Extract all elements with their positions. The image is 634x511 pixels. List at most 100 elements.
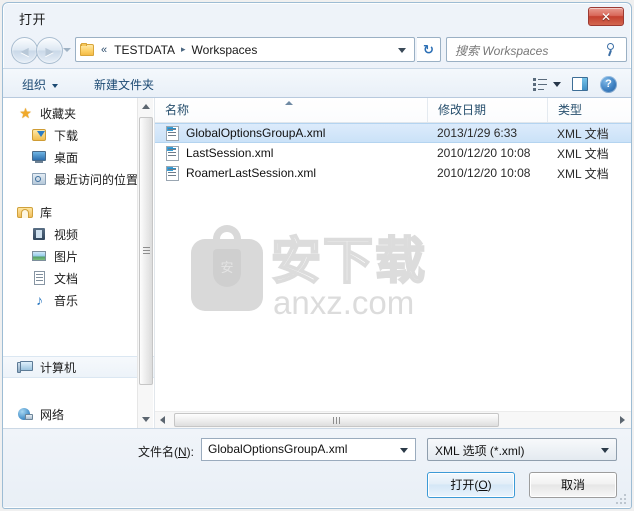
- sidebar-item-music[interactable]: ♪ 音乐: [3, 289, 154, 311]
- sidebar-label-network: 网络: [40, 407, 65, 422]
- filename-input[interactable]: GlobalOptionsGroupA.xml: [201, 438, 416, 461]
- sidebar-group-computer: 计算机: [3, 356, 154, 378]
- search-placeholder: 搜索 Workspaces: [455, 44, 549, 58]
- file-type-select[interactable]: XML 选项 (*.xml): [427, 438, 617, 461]
- toolbar-right-group: ?: [529, 72, 623, 96]
- filename-label: 文件名(N):: [138, 443, 194, 460]
- address-dropdown-icon[interactable]: [398, 48, 406, 53]
- scroll-right-icon[interactable]: [614, 412, 631, 428]
- sort-ascending-icon: [285, 101, 293, 105]
- file-name-cell: RoamerLastSession.xml: [155, 165, 427, 181]
- file-date-cell: 2013/1/29 6:33: [437, 126, 518, 140]
- sidebar-scroll-thumb[interactable]: [139, 117, 153, 385]
- scroll-grip-icon: [332, 417, 342, 424]
- video-icon: [31, 226, 48, 242]
- file-type-cell: XML 文档: [557, 166, 609, 181]
- horizontal-scroll-thumb[interactable]: [174, 413, 499, 427]
- library-icon: [17, 204, 34, 220]
- network-icon: [17, 406, 34, 422]
- file-date-cell: 2010/12/20 10:08: [437, 146, 531, 160]
- table-row[interactable]: GlobalOptionsGroupA.xml 2013/1/29 6:33 X…: [155, 123, 631, 143]
- help-icon[interactable]: ?: [595, 73, 623, 95]
- chevron-down-icon: [52, 83, 59, 88]
- cancel-button[interactable]: 取消: [529, 472, 617, 498]
- sidebar-label-downloads: 下载: [54, 128, 79, 143]
- close-icon: ✕: [600, 10, 612, 24]
- search-input[interactable]: 搜索 Workspaces: [446, 37, 627, 62]
- open-button-prefix: 打开(: [450, 478, 479, 492]
- sidebar-item-recent-places[interactable]: 最近访问的位置: [3, 168, 154, 190]
- open-file-dialog: 打开 ✕ ◄ ► « TESTDATA ▸ Workspaces ↻ 搜索 Wo…: [0, 0, 634, 511]
- xml-file-icon: [166, 165, 180, 181]
- file-type-cell: XML 文档: [557, 126, 609, 141]
- xml-file-icon: [166, 125, 180, 141]
- preview-pane-icon[interactable]: [565, 73, 595, 95]
- filename-label-suffix: ):: [186, 445, 195, 459]
- sidebar-label-pictures: 图片: [54, 249, 79, 264]
- watermark-chinese-text: 安下载: [270, 232, 427, 290]
- computer-icon: [17, 359, 34, 375]
- breadcrumb-workspaces[interactable]: Workspaces: [190, 42, 260, 58]
- sidebar-item-libraries[interactable]: 库: [3, 201, 154, 223]
- view-options-chevron-down-icon[interactable]: [551, 73, 565, 95]
- organize-label: 组织: [22, 78, 47, 92]
- dialog-body: ★ 收藏夹 下载 桌面 最近访问的位置 库 视频 图片 文档 ♪ 音乐 计算机 …: [3, 98, 631, 428]
- sidebar-label-music: 音乐: [54, 293, 79, 308]
- sidebar-item-pictures[interactable]: 图片: [3, 245, 154, 267]
- watermark-bag-handle: [213, 225, 241, 245]
- file-list-horizontal-scrollbar[interactable]: [155, 411, 631, 428]
- file-date-cell: 2010/12/20 10:08: [437, 166, 531, 180]
- sidebar-label-computer: 计算机: [40, 360, 77, 375]
- scroll-left-icon[interactable]: [155, 412, 172, 428]
- sidebar-group-network: 网络: [3, 403, 154, 425]
- sidebar-item-downloads[interactable]: 下载: [3, 124, 154, 146]
- sidebar-scrollbar[interactable]: [137, 98, 153, 428]
- close-button[interactable]: ✕: [588, 7, 624, 26]
- history-dropdown-icon[interactable]: [63, 46, 72, 55]
- table-row[interactable]: LastSession.xml 2010/12/20 10:08 XML 文档: [155, 143, 631, 163]
- watermark-url-text: anxz.com: [273, 284, 415, 321]
- filename-chevron-down-icon[interactable]: [400, 448, 408, 453]
- breadcrumb-testdata[interactable]: TESTDATA: [112, 42, 177, 58]
- folder-icon: [80, 42, 96, 57]
- sidebar-item-documents[interactable]: 文档: [3, 267, 154, 289]
- column-header-type[interactable]: 类型: [547, 98, 631, 122]
- window-title: 打开: [19, 12, 47, 27]
- open-button[interactable]: 打开(O): [427, 472, 515, 498]
- resize-grip-icon[interactable]: [615, 493, 626, 504]
- view-list-icon[interactable]: [529, 73, 551, 95]
- navigation-bar: ◄ ► « TESTDATA ▸ Workspaces ↻ 搜索 Workspa…: [3, 33, 631, 67]
- sidebar-group-libraries: 库 视频 图片 文档 ♪ 音乐: [3, 201, 154, 311]
- filename-label-prefix: 文件名(: [138, 445, 178, 459]
- xml-file-icon: [166, 145, 180, 161]
- file-list: GlobalOptionsGroupA.xml 2013/1/29 6:33 X…: [155, 123, 631, 410]
- sidebar-item-favorites[interactable]: ★ 收藏夹: [3, 102, 154, 124]
- sidebar-item-videos[interactable]: 视频: [3, 223, 154, 245]
- scroll-up-icon[interactable]: [138, 98, 154, 115]
- refresh-button[interactable]: ↻: [417, 37, 441, 62]
- music-icon: ♪: [36, 292, 43, 308]
- sidebar-label-documents: 文档: [54, 271, 79, 286]
- sidebar-item-network[interactable]: 网络: [3, 403, 154, 425]
- organize-menu-button[interactable]: 组织: [17, 74, 63, 95]
- scroll-down-icon[interactable]: [138, 411, 154, 428]
- file-name-text: RoamerLastSession.xml: [186, 166, 317, 180]
- picture-icon: [31, 248, 48, 264]
- back-button[interactable]: ◄: [11, 37, 38, 64]
- file-type-chevron-down-icon[interactable]: [601, 448, 609, 453]
- title-bar: 打开 ✕: [3, 3, 631, 33]
- column-header-name[interactable]: 名称: [155, 98, 427, 122]
- desktop-icon: [31, 149, 48, 165]
- recent-places-icon: [31, 171, 48, 187]
- file-type-value: XML 选项 (*.xml): [435, 444, 525, 458]
- column-header-date[interactable]: 修改日期: [427, 98, 547, 122]
- forward-button[interactable]: ►: [36, 37, 63, 64]
- sidebar-label-recent-places: 最近访问的位置: [54, 172, 139, 187]
- address-bar[interactable]: « TESTDATA ▸ Workspaces: [75, 37, 415, 62]
- new-folder-button[interactable]: 新建文件夹: [89, 74, 159, 95]
- sidebar-item-desktop[interactable]: 桌面: [3, 146, 154, 168]
- table-row[interactable]: RoamerLastSession.xml 2010/12/20 10:08 X…: [155, 163, 631, 183]
- breadcrumb-overflow-icon[interactable]: «: [101, 44, 107, 56]
- sidebar-item-computer[interactable]: 计算机: [3, 356, 154, 378]
- breadcrumb-separator-icon: ▸: [181, 44, 186, 54]
